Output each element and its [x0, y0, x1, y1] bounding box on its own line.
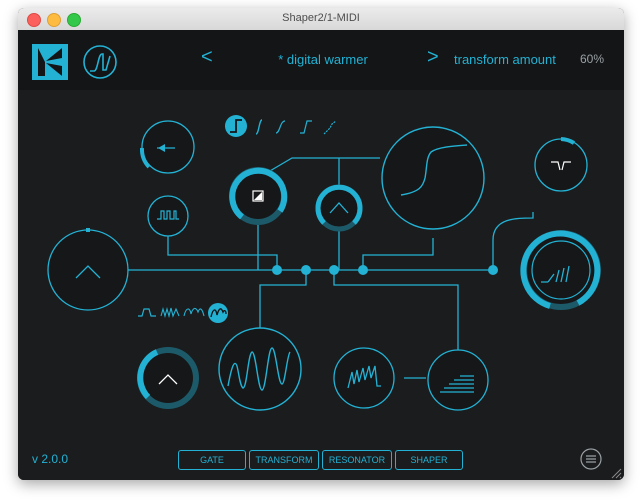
- top-bar: < * digital warmer > transform amount 60…: [18, 30, 624, 90]
- resize-handle-icon[interactable]: [610, 467, 622, 479]
- transform-amount-label: transform amount: [454, 52, 556, 67]
- resonator-waveform-display[interactable]: [218, 327, 302, 411]
- sawtooth-lfo-node[interactable]: [333, 347, 395, 409]
- tab-gate[interactable]: GATE: [178, 450, 246, 470]
- input-knob[interactable]: [47, 228, 129, 311]
- modulation-graph: [47, 115, 601, 411]
- next-preset-button[interactable]: >: [427, 46, 439, 69]
- kilohearts-logo-icon: [32, 44, 68, 80]
- waveform-presets[interactable]: [138, 303, 228, 323]
- shaper-curve-icon[interactable]: [82, 44, 118, 80]
- previous-preset-button[interactable]: <: [201, 46, 213, 69]
- tab-resonator[interactable]: RESONATOR: [322, 450, 392, 470]
- window-title: Shaper2/1-MIDI: [282, 12, 360, 24]
- plugin-content: < * digital warmer > transform amount 60…: [18, 30, 624, 480]
- shape-presets[interactable]: [225, 115, 337, 137]
- shaper-drive-knob[interactable]: [315, 184, 363, 232]
- tab-shaper[interactable]: SHAPER: [395, 450, 463, 470]
- preset-name[interactable]: * digital warmer: [248, 52, 398, 67]
- version-label: v 2.0.0: [32, 452, 69, 466]
- gate-pattern-node[interactable]: [147, 195, 189, 237]
- resonator-amount-knob[interactable]: [137, 347, 199, 409]
- transform-knob[interactable]: [520, 230, 601, 310]
- resonator-knob[interactable]: [534, 137, 588, 192]
- shaper-curve-display[interactable]: [381, 126, 485, 230]
- shaper-bias-knob[interactable]: [229, 167, 288, 225]
- tab-transform[interactable]: TRANSFORM: [249, 450, 319, 470]
- menu-icon[interactable]: [580, 448, 602, 470]
- transform-amount-value[interactable]: 60%: [580, 52, 604, 66]
- plugin-window: Shaper2/1-MIDI < * digital warmer > tran…: [18, 8, 624, 480]
- staircase-node[interactable]: [427, 349, 489, 411]
- window-titlebar: Shaper2/1-MIDI: [18, 8, 624, 31]
- gate-module[interactable]: [140, 120, 195, 174]
